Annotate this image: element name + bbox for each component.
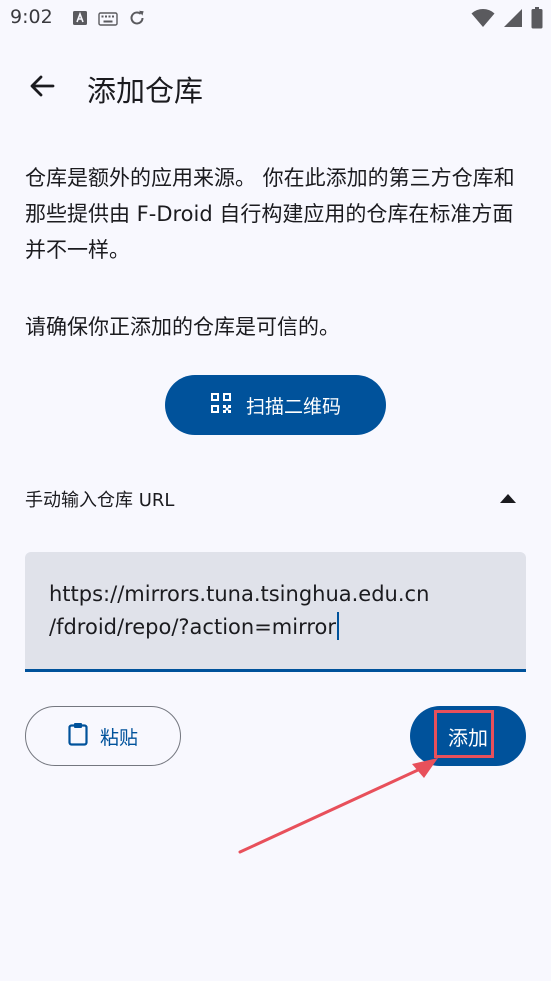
clipboard-icon <box>68 722 88 750</box>
text-caret <box>337 612 339 640</box>
app-bar: 添加仓库 <box>0 56 551 120</box>
arrow-back-icon <box>28 72 56 104</box>
status-bar: 9:02 <box>0 0 551 40</box>
repo-url-input[interactable]: https://mirrors.tuna.tsinghua.edu.cn /fd… <box>25 552 526 672</box>
wifi-icon <box>471 8 495 32</box>
add-button[interactable]: 添加 <box>410 706 526 766</box>
paste-button[interactable]: 粘贴 <box>25 706 181 766</box>
repo-description: 仓库是额外的应用来源。 你在此添加的第三方仓库和那些提供由 F-Droid 自行… <box>25 166 515 262</box>
page-title: 添加仓库 <box>87 74 204 108</box>
scan-qr-label: 扫描二维码 <box>245 395 341 418</box>
signal-icon <box>503 8 523 32</box>
trust-note: 请确保你正添加的仓库是可信的。 <box>25 315 340 339</box>
url-line-2: /fdroid/repo/?action=mirror <box>49 615 336 639</box>
add-label: 添加 <box>448 725 488 750</box>
keyboard-icon <box>98 11 118 30</box>
qr-code-icon <box>210 392 232 418</box>
sync-icon <box>128 9 146 31</box>
paste-label: 粘贴 <box>99 726 138 749</box>
repo-url-text: https://mirrors.tuna.tsinghua.edu.cn /fd… <box>49 578 509 644</box>
back-button[interactable] <box>20 66 64 110</box>
status-icons-right <box>471 7 543 33</box>
font-a-icon <box>72 10 88 30</box>
status-time: 9:02 <box>10 6 53 28</box>
scan-qr-button[interactable]: 扫描二维码 <box>165 375 386 435</box>
url-line-1: https://mirrors.tuna.tsinghua.edu.cn <box>49 582 430 606</box>
manual-url-toggle[interactable]: 手动输入仓库 URL <box>0 475 551 523</box>
battery-icon <box>531 7 543 33</box>
status-icons-left <box>72 9 146 31</box>
manual-url-label: 手动输入仓库 URL <box>25 490 175 511</box>
arrow-drop-up-icon <box>498 489 518 508</box>
